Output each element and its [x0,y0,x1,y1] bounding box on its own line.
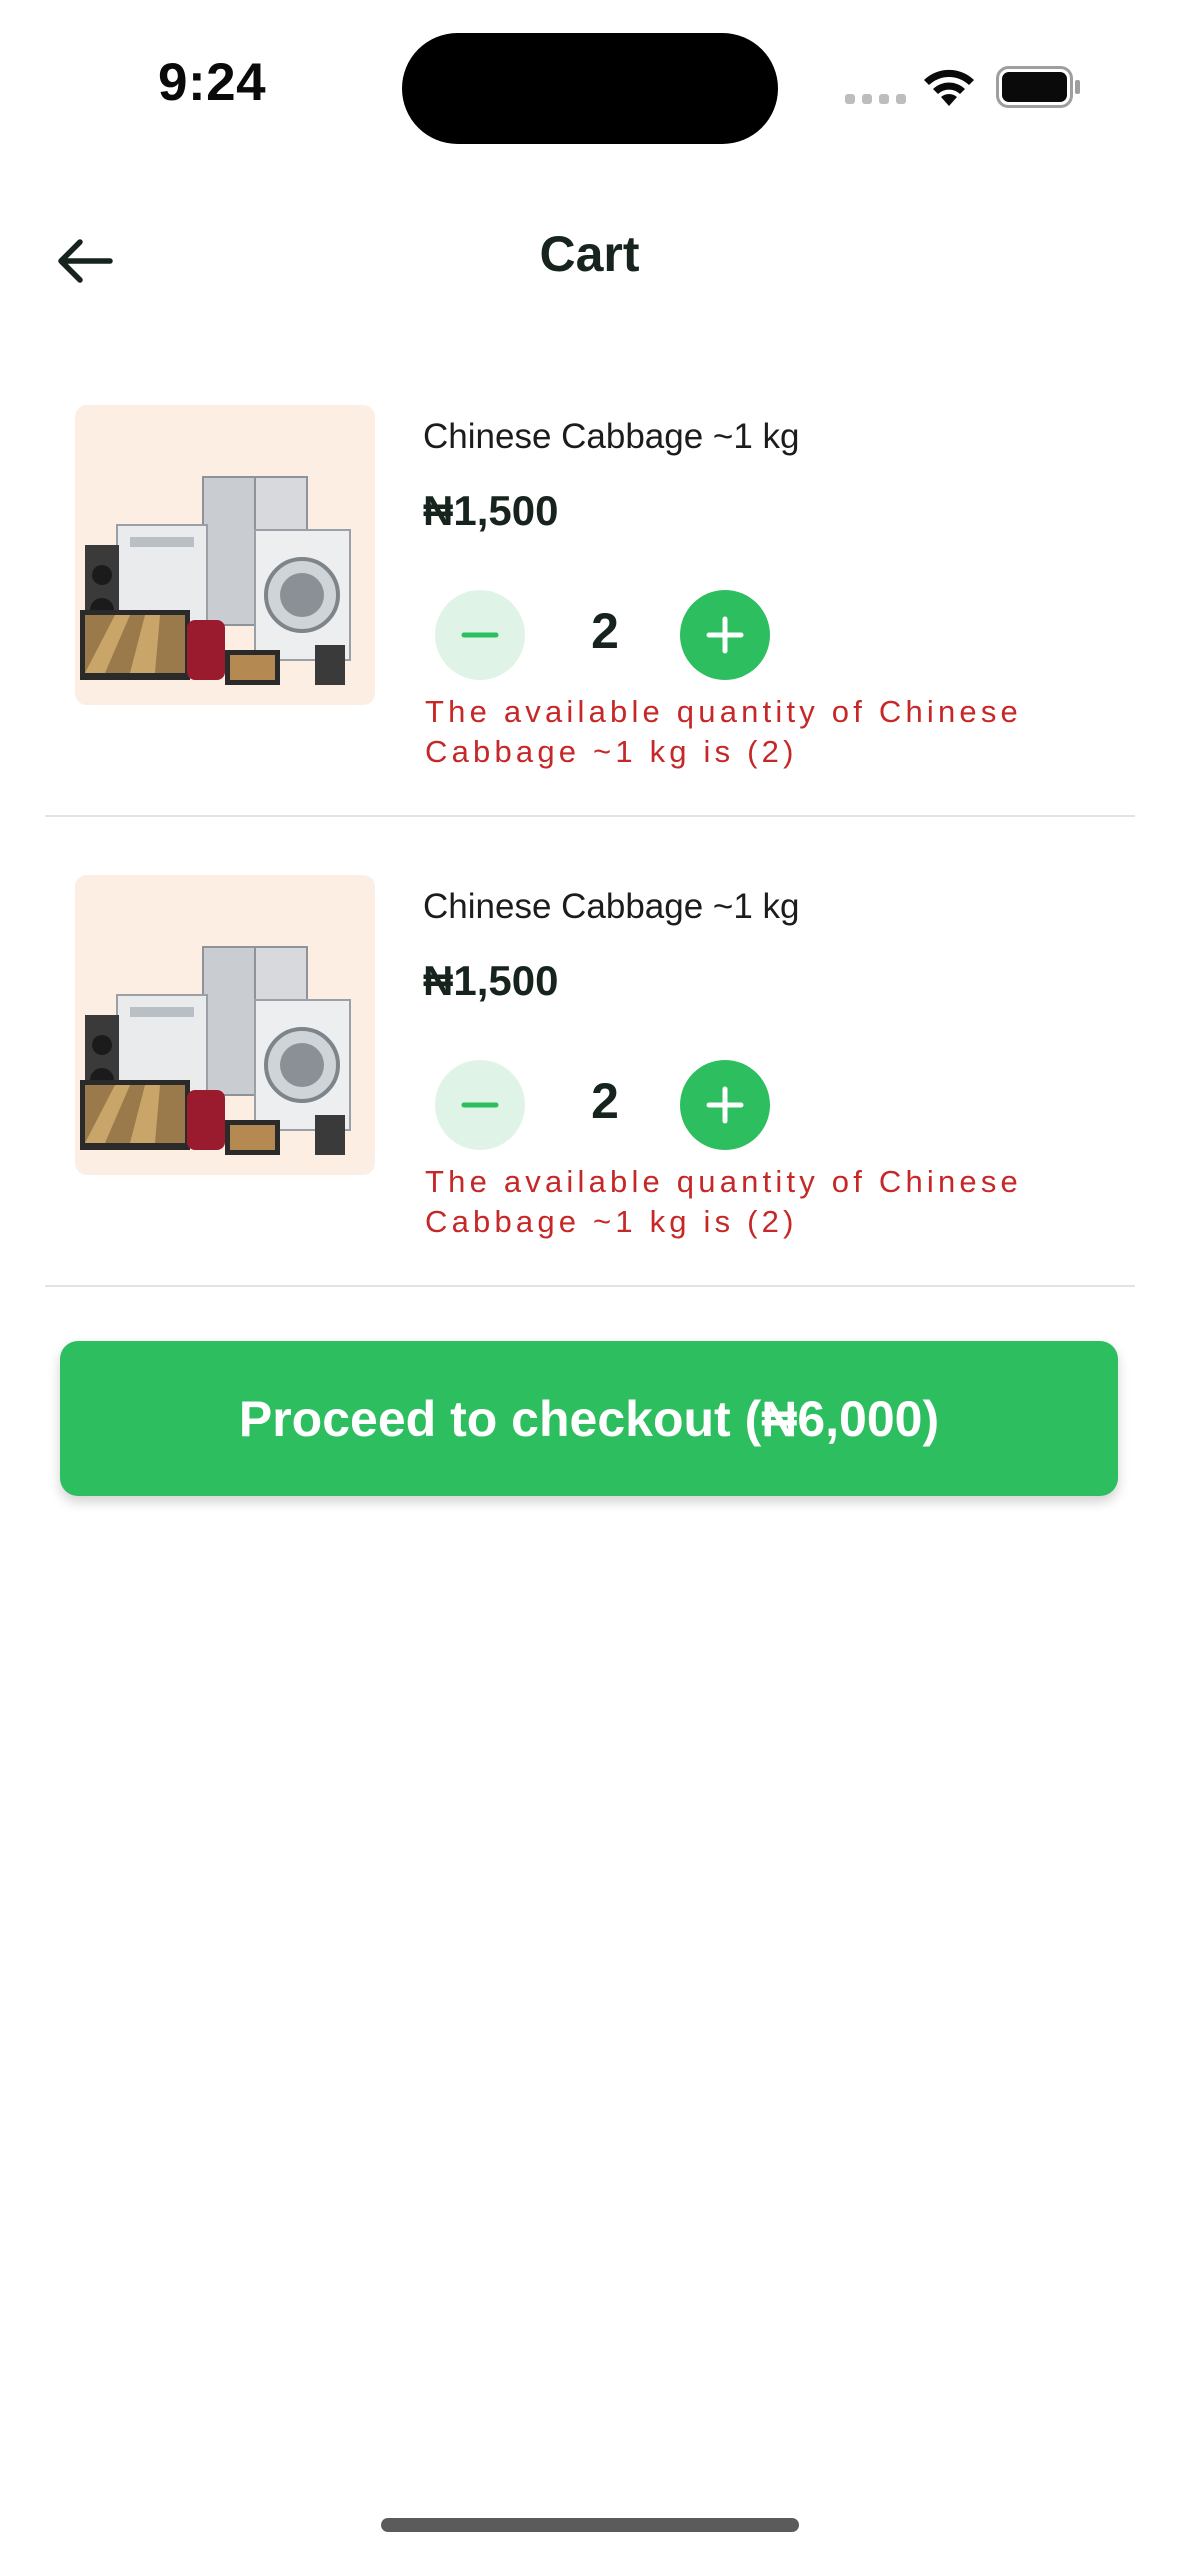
stock-warning: The available quantity of Chinese Cabbag… [425,694,1023,769]
cellular-signal-icon [845,94,906,104]
home-indicator[interactable] [381,2518,799,2532]
item-name: Chinese Cabbage ~1 kg [423,417,800,456]
quantity-value: 2 [591,603,619,659]
checkout-button[interactable]: Proceed to checkout (₦6,000) [60,1341,1118,1496]
plus-icon [706,1086,744,1124]
cart-item: Chinese Cabbage ~1 kg ₦1,500 2 The avail… [45,875,1135,1287]
status-time: 9:24 [158,53,267,112]
increase-quantity-button[interactable] [680,590,770,680]
home-appliances-photo-icon [75,875,375,1175]
increase-quantity-button[interactable] [680,1060,770,1150]
product-image[interactable] [75,875,375,1175]
quantity-value: 2 [591,1073,619,1129]
plus-icon [706,616,744,654]
page-title: Cart [539,226,640,282]
decrease-quantity-button[interactable] [435,590,525,680]
item-name: Chinese Cabbage ~1 kg [423,887,800,926]
dynamic-island [402,33,778,144]
minus-icon [461,1102,499,1108]
stock-warning: The available quantity of Chinese Cabbag… [425,1164,1023,1239]
battery-icon [996,66,1080,108]
product-image[interactable] [75,405,375,705]
home-appliances-photo-icon [75,405,375,705]
cart-item: Chinese Cabbage ~1 kg ₦1,500 2 The avail… [45,405,1135,817]
item-price: ₦1,500 [423,487,559,534]
decrease-quantity-button[interactable] [435,1060,525,1150]
minus-icon [461,632,499,638]
item-price: ₦1,500 [423,957,559,1004]
checkout-button-label: Proceed to checkout (₦6,000) [238,1390,940,1447]
wifi-icon [924,69,974,106]
